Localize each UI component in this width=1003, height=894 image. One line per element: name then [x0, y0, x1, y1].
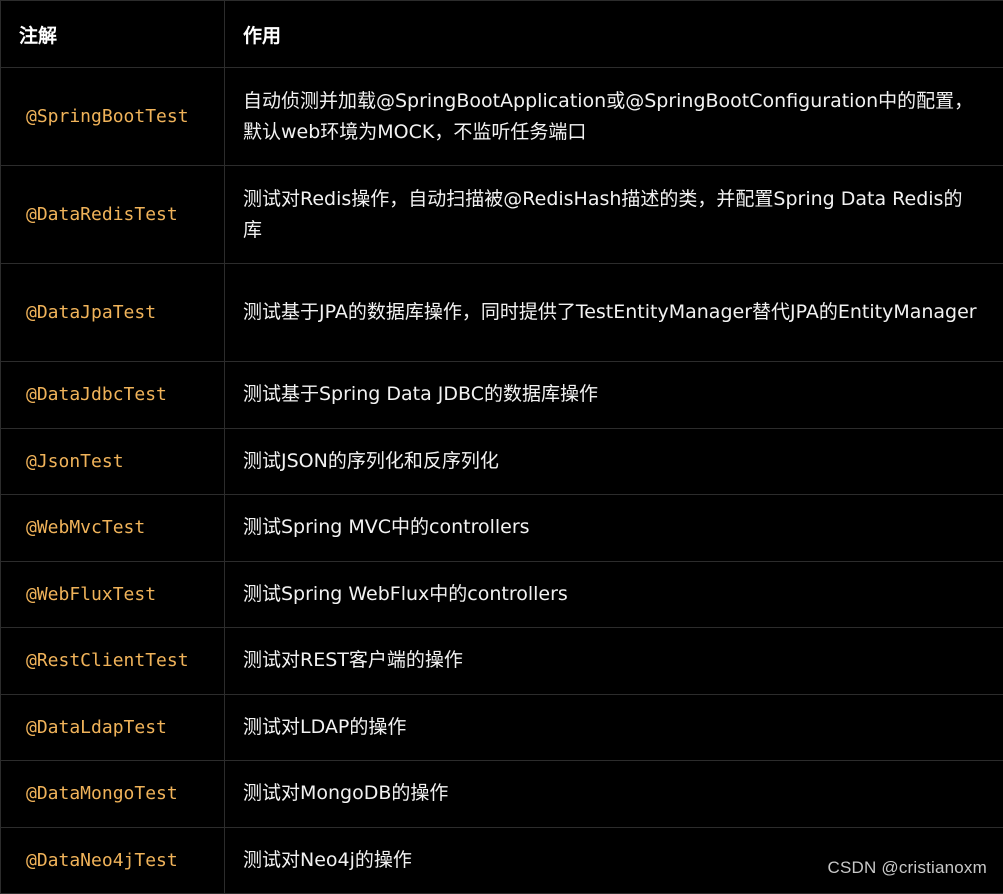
annotation-cell: @DataLdapTest: [1, 694, 225, 761]
table-row: @DataMongoTest 测试对MongoDB的操作: [1, 761, 1003, 828]
annotation-cell: @DataRedisTest: [1, 166, 225, 264]
table-row: @RestClientTest 测试对REST客户端的操作: [1, 628, 1003, 695]
description-cell: 测试JSON的序列化和反序列化: [225, 428, 1003, 495]
annotation-cell: @DataNeo4jTest: [1, 827, 225, 894]
description-cell: 测试对MongoDB的操作: [225, 761, 1003, 828]
annotation-cell: @SpringBootTest: [1, 68, 225, 166]
description-cell: 测试Spring WebFlux中的controllers: [225, 561, 1003, 628]
description-cell: 测试对REST客户端的操作: [225, 628, 1003, 695]
header-purpose: 作用: [225, 1, 1003, 68]
header-annotation: 注解: [1, 1, 225, 68]
description-cell: 测试Spring MVC中的controllers: [225, 495, 1003, 562]
description-cell: 自动侦测并加载@SpringBootApplication或@SpringBoo…: [225, 68, 1003, 166]
table-row: @WebMvcTest 测试Spring MVC中的controllers: [1, 495, 1003, 562]
table-header-row: 注解 作用: [1, 1, 1003, 68]
annotation-cell: @DataMongoTest: [1, 761, 225, 828]
table-row: @JsonTest 测试JSON的序列化和反序列化: [1, 428, 1003, 495]
table-row: @DataJdbcTest 测试基于Spring Data JDBC的数据库操作: [1, 362, 1003, 429]
description-cell: 测试基于Spring Data JDBC的数据库操作: [225, 362, 1003, 429]
description-cell: 测试对Redis操作，自动扫描被@RedisHash描述的类，并配置Spring…: [225, 166, 1003, 264]
csdn-watermark: CSDN @cristianoxm: [827, 858, 987, 878]
description-cell: 测试对LDAP的操作: [225, 694, 1003, 761]
annotation-cell: @DataJpaTest: [1, 264, 225, 362]
annotation-cell: @WebFluxTest: [1, 561, 225, 628]
table-row: @DataJpaTest 测试基于JPA的数据库操作，同时提供了TestEnti…: [1, 264, 1003, 362]
annotation-cell: @DataJdbcTest: [1, 362, 225, 429]
table-row: @WebFluxTest 测试Spring WebFlux中的controlle…: [1, 561, 1003, 628]
table-row: @SpringBootTest 自动侦测并加载@SpringBootApplic…: [1, 68, 1003, 166]
table-row: @DataLdapTest 测试对LDAP的操作: [1, 694, 1003, 761]
annotation-cell: @JsonTest: [1, 428, 225, 495]
annotation-cell: @WebMvcTest: [1, 495, 225, 562]
annotation-cell: @RestClientTest: [1, 628, 225, 695]
table-row: @DataRedisTest 测试对Redis操作，自动扫描被@RedisHas…: [1, 166, 1003, 264]
description-cell: 测试基于JPA的数据库操作，同时提供了TestEntityManager替代JP…: [225, 264, 1003, 362]
annotation-table: 注解 作用 @SpringBootTest 自动侦测并加载@SpringBoot…: [0, 0, 1003, 894]
